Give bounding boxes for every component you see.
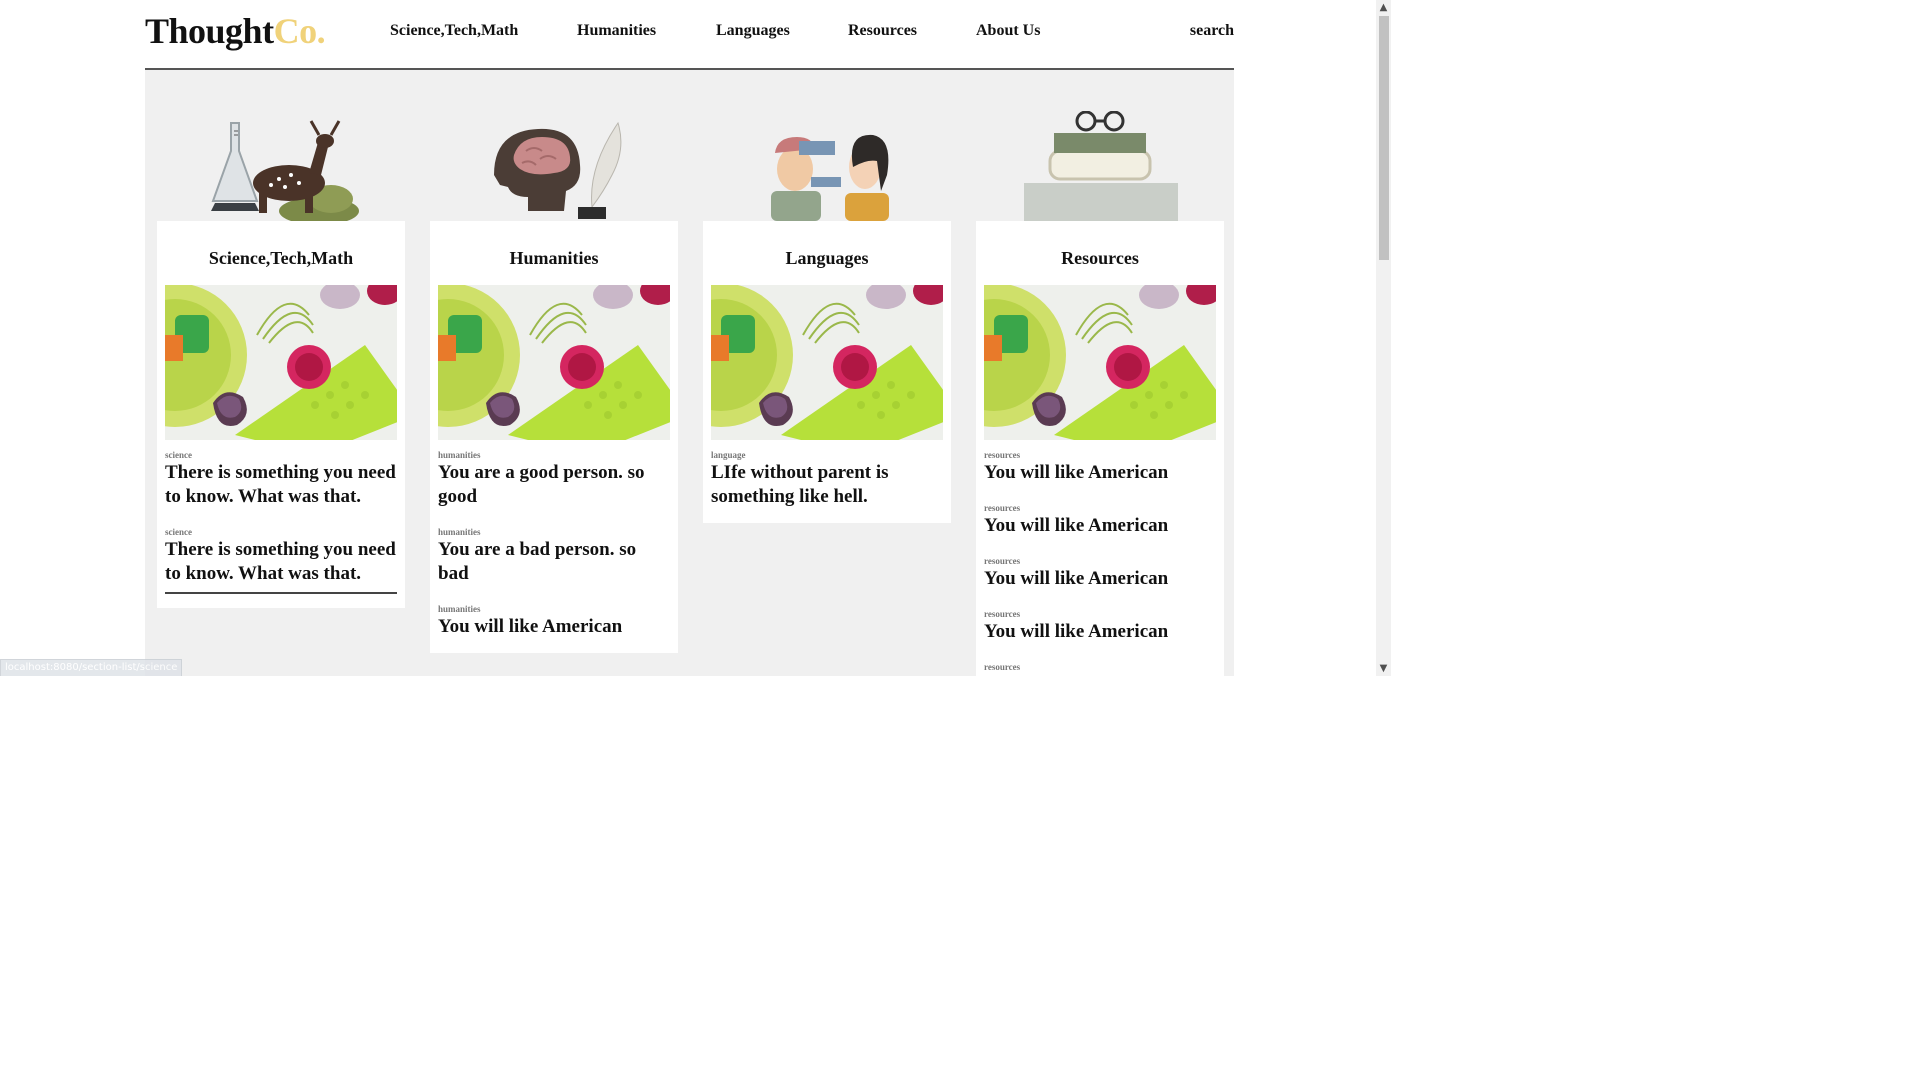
column-languages: Languages language LIfe without parent i… [703, 70, 951, 523]
scroll-up-arrow-icon[interactable]: ▲ [1376, 0, 1391, 15]
card-title-humanities[interactable]: Humanities [438, 221, 670, 278]
scroll-down-arrow-icon[interactable]: ▼ [1376, 661, 1391, 676]
article-headline[interactable]: You are a good person. so good [438, 461, 670, 509]
article-item[interactable]: humanities You are a good person. so goo… [438, 450, 670, 509]
two-people-talking-icon [703, 70, 951, 221]
article-category: resources [984, 556, 1021, 566]
article-item[interactable]: language LIfe without parent is somethin… [711, 450, 943, 509]
kitchen-photo[interactable] [984, 285, 1216, 440]
article-headline[interactable]: You are a bad person. so bad [438, 538, 670, 586]
section-grid: Science,Tech,Math science There is somet… [145, 70, 1234, 676]
status-url: localhost:8080/section-list/science [0, 659, 183, 676]
article-item[interactable]: science There is something you need to k… [165, 527, 397, 586]
article-headline[interactable]: There is something you need to know. Wha… [165, 461, 397, 509]
kitchen-photo[interactable] [438, 285, 670, 440]
article-item[interactable]: resources You will like American [984, 503, 1216, 538]
card-languages: Languages language LIfe without parent i… [703, 221, 951, 523]
nav-science[interactable]: Science,Tech,Math [390, 22, 518, 40]
kitchen-photo[interactable] [711, 285, 943, 440]
article-headline[interactable]: You will like American [984, 567, 1216, 591]
article-item[interactable]: science There is something you need to k… [165, 450, 397, 509]
page-container: ThoughtCo. Science,Tech,Math Humanities … [145, 0, 1234, 676]
article-headline[interactable]: You will like American [438, 615, 670, 639]
column-resources: Resources resources You will like Americ… [976, 70, 1224, 676]
article-headline[interactable]: You will like American [984, 514, 1216, 538]
article-headline[interactable]: There is something you need to know. Wha… [165, 538, 397, 586]
article-category: humanities [438, 450, 481, 460]
article-category: humanities [438, 604, 481, 614]
article-headline[interactable]: You will like American [984, 461, 1216, 485]
article-headline[interactable]: LIfe without parent is something like he… [711, 461, 943, 509]
card-science: Science,Tech,Math science There is somet… [157, 221, 405, 608]
books-glasses-icon [976, 70, 1224, 221]
card-title-resources[interactable]: Resources [984, 221, 1216, 278]
article-item[interactable]: resources You will like American [984, 609, 1216, 644]
article-category: resources [984, 662, 1021, 672]
article-category: resources [984, 503, 1021, 513]
card-divider [165, 592, 397, 594]
vertical-scrollbar[interactable]: ▲ ▼ [1376, 0, 1391, 676]
logo-main: Thought [145, 11, 274, 51]
article-item[interactable]: resources You will like American [984, 556, 1216, 591]
head-brain-quill-icon [430, 70, 678, 221]
search-link[interactable]: search [1190, 22, 1234, 40]
article-item[interactable]: resources [984, 662, 1216, 673]
kitchen-photo[interactable] [165, 285, 397, 440]
article-category: resources [984, 609, 1021, 619]
card-title-languages[interactable]: Languages [711, 221, 943, 278]
article-category: resources [984, 450, 1021, 460]
column-science: Science,Tech,Math science There is somet… [157, 70, 405, 608]
site-header: ThoughtCo. Science,Tech,Math Humanities … [145, 0, 1234, 70]
browser-viewport: ThoughtCo. Science,Tech,Math Humanities … [0, 0, 1391, 676]
logo-accent: Co. [273, 11, 326, 51]
deer-flask-icon [157, 70, 405, 221]
column-humanities: Humanities humanities You are a good per… [430, 70, 678, 653]
article-headline[interactable]: You will like American [984, 620, 1216, 644]
card-humanities: Humanities humanities You are a good per… [430, 221, 678, 653]
article-item[interactable]: resources You will like American [984, 450, 1216, 485]
scroll-thumb[interactable] [1379, 16, 1389, 260]
article-category: language [711, 450, 746, 460]
article-category: science [165, 527, 192, 537]
article-category: humanities [438, 527, 481, 537]
site-logo[interactable]: ThoughtCo. [145, 10, 326, 52]
article-category: science [165, 450, 192, 460]
nav-languages[interactable]: Languages [716, 22, 790, 40]
nav-humanities[interactable]: Humanities [577, 22, 656, 40]
article-item[interactable]: humanities You are a bad person. so bad [438, 527, 670, 586]
nav-resources[interactable]: Resources [848, 22, 917, 40]
nav-about-us[interactable]: About Us [976, 22, 1040, 40]
card-title-science[interactable]: Science,Tech,Math [165, 221, 397, 278]
card-resources: Resources resources You will like Americ… [976, 221, 1224, 676]
article-item[interactable]: humanities You will like American [438, 604, 670, 639]
